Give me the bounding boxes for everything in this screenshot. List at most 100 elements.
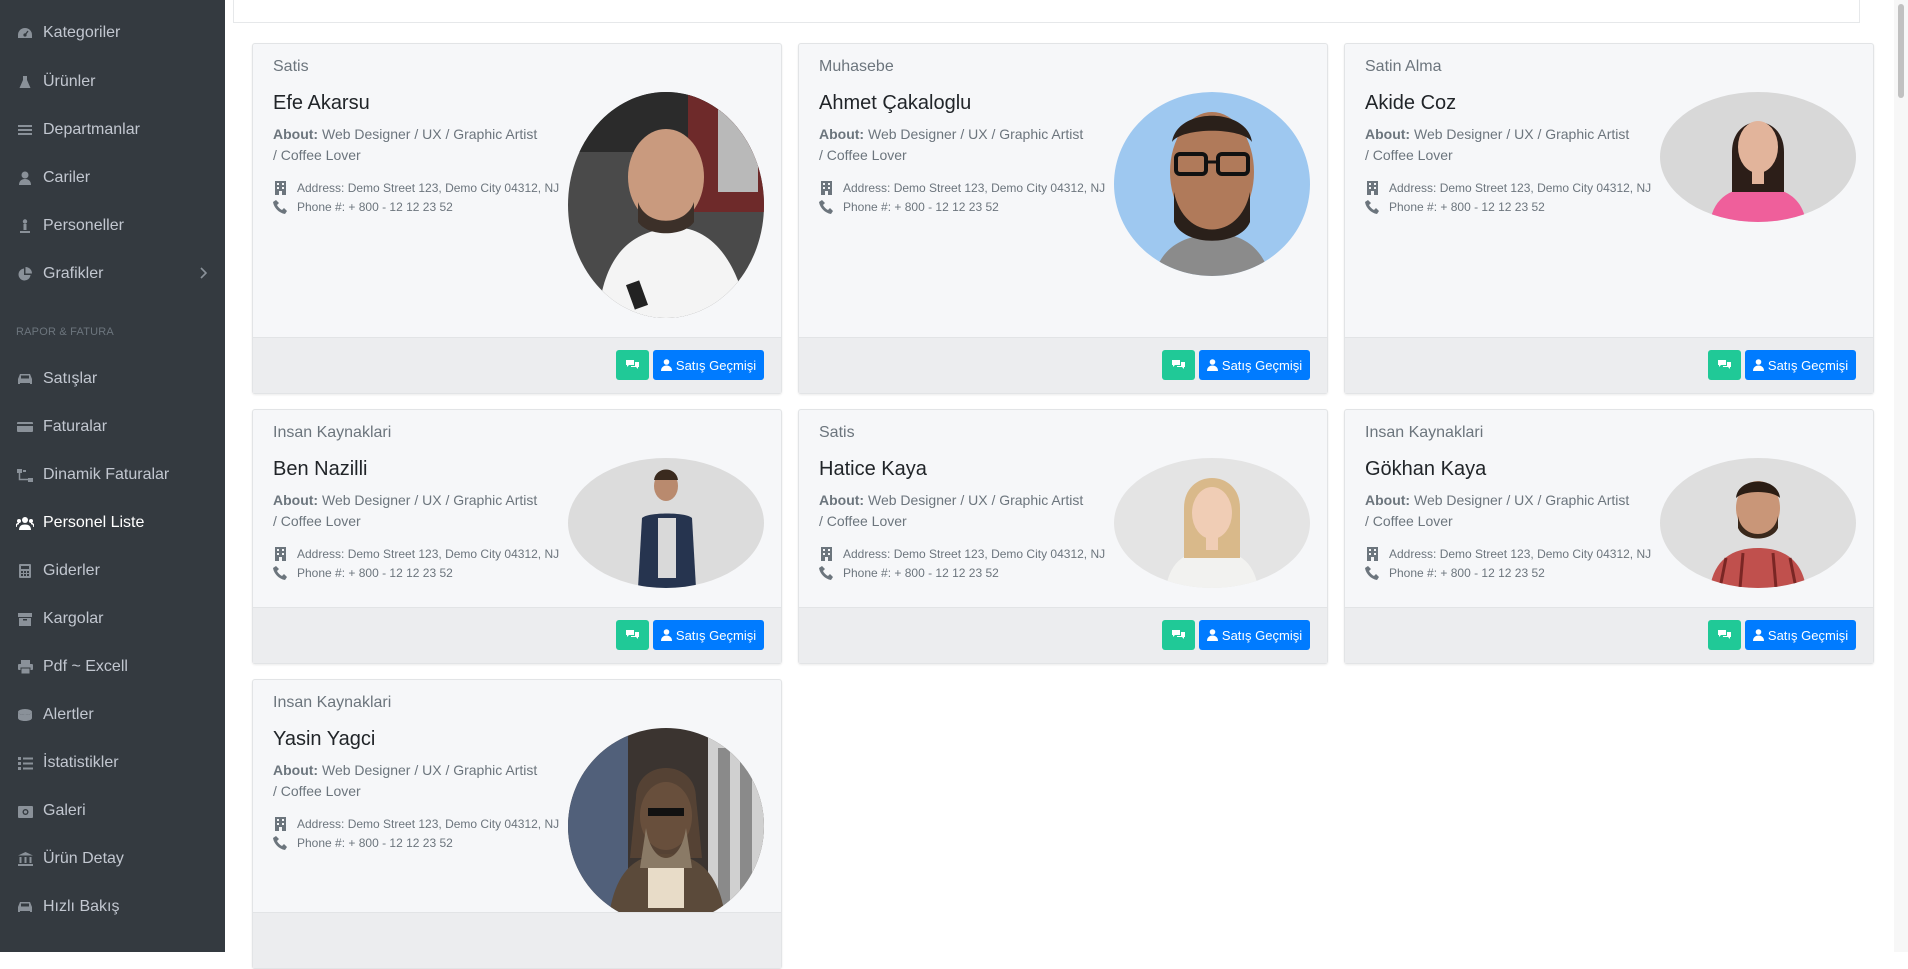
sidebar-item-label: Giderler <box>43 562 100 579</box>
comments-icon <box>1172 360 1185 369</box>
about-text: About: Web Designer / UX / Graphic Artis… <box>1365 492 1630 529</box>
employee-card: Satis Efe Akarsu About: Web Designer / U… <box>252 43 782 394</box>
chat-button[interactable] <box>1708 350 1741 380</box>
sidebar-item-pdf-excell[interactable]: Pdf ~ Excell <box>0 647 225 687</box>
sidebar-item-grafikler[interactable]: Grafikler <box>0 254 225 294</box>
sidebar-item-faturalar[interactable]: Faturalar <box>0 407 225 447</box>
card-footer <box>253 912 781 968</box>
database-icon <box>15 705 35 725</box>
user-icon <box>1752 359 1764 371</box>
building-icon <box>273 547 287 561</box>
phone-icon <box>819 566 833 580</box>
list-icon <box>15 120 35 140</box>
sidebar-item-label: Ürünler <box>43 73 96 90</box>
scrollbar[interactable] <box>1894 0 1908 952</box>
phone-icon <box>273 200 287 214</box>
sidebar-item-kategoriler[interactable]: Kategoriler <box>0 13 225 53</box>
about-text: About: Web Designer / UX / Graphic Artis… <box>1365 126 1630 163</box>
sales-history-button[interactable]: Satış Geçmişi <box>1199 350 1310 380</box>
employee-card: Satis Hatice Kaya About: Web Designer / … <box>798 409 1328 664</box>
sales-history-button[interactable]: Satış Geçmişi <box>1199 620 1310 650</box>
card-footer: Satış Geçmişi <box>253 337 781 393</box>
sidebar-item-personel-liste[interactable]: Personel Liste <box>0 503 225 543</box>
sidebar-item-alertler[interactable]: Alertler <box>0 695 225 735</box>
chat-button[interactable] <box>616 350 649 380</box>
phone-line: Phone #: + 800 - 12 12 23 52 <box>819 566 999 580</box>
user-icon <box>1206 359 1218 371</box>
chat-button[interactable] <box>1708 620 1741 650</box>
department-label: Satis <box>819 424 855 441</box>
employee-photo <box>1660 92 1856 222</box>
department-label: Satin Alma <box>1365 58 1442 75</box>
user-icon <box>660 359 672 371</box>
sidebar-item-dinamik-faturalar[interactable]: Dinamik Faturalar <box>0 455 225 495</box>
sidebar-item-label: İstatistikler <box>43 754 119 771</box>
sales-history-button[interactable]: Satış Geçmişi <box>653 350 764 380</box>
department-label: Muhasebe <box>819 58 894 75</box>
sidebar-item-label: Ürün Detay <box>43 850 124 867</box>
person-icon <box>15 216 35 236</box>
chat-button[interactable] <box>616 620 649 650</box>
building-icon <box>273 817 287 831</box>
sidebar-item-label: Alertler <box>43 706 94 723</box>
sidebar-item-cariler[interactable]: Cariler <box>0 158 225 198</box>
sidebar-item-label: Satışlar <box>43 370 98 387</box>
main-content: Satis Efe Akarsu About: Web Designer / U… <box>225 0 1908 969</box>
employee-name: Hatice Kaya <box>819 458 927 480</box>
box-icon <box>15 609 35 629</box>
sidebar-item-galeri[interactable]: Galeri <box>0 791 225 831</box>
card-footer: Satış Geçmişi <box>253 607 781 663</box>
calculator-icon <box>15 561 35 581</box>
car-icon <box>15 897 35 917</box>
employee-photo <box>1114 92 1310 276</box>
sidebar-item-departmanlar[interactable]: Departmanlar <box>0 110 225 150</box>
phone-line: Phone #: + 800 - 12 12 23 52 <box>1365 200 1545 214</box>
users-icon <box>15 513 35 533</box>
employee-card: Satin Alma Akide Coz About: Web Designer… <box>1344 43 1874 394</box>
phone-line: Phone #: + 800 - 12 12 23 52 <box>273 200 453 214</box>
sales-history-button[interactable]: Satış Geçmişi <box>1745 350 1856 380</box>
sidebar-item-label: Grafikler <box>43 265 104 282</box>
sidebar-item-label: Hızlı Bakış <box>43 898 120 915</box>
employee-card: Muhasebe Ahmet Çakaloglu About: Web Desi… <box>798 43 1328 394</box>
employee-name: Gökhan Kaya <box>1365 458 1487 480</box>
sidebar-item-istatistikler[interactable]: İstatistikler <box>0 743 225 783</box>
sidebar-item-label: Personel Liste <box>43 514 145 531</box>
department-label: Satis <box>273 58 309 75</box>
sidebar-item-giderler[interactable]: Giderler <box>0 551 225 591</box>
chat-button[interactable] <box>1162 620 1195 650</box>
employee-photo <box>568 458 764 588</box>
chevron-right-icon <box>200 266 208 282</box>
sidebar-item-hizli-bakis[interactable]: Hızlı Bakış <box>0 887 225 927</box>
sales-history-button[interactable]: Satış Geçmişi <box>1745 620 1856 650</box>
employee-card: Insan Kaynaklari Ben Nazilli About: Web … <box>252 409 782 664</box>
sidebar-item-label: Cariler <box>43 169 91 186</box>
sidebar-section-header: RAPOR & FATURA <box>16 326 114 338</box>
employee-name: Efe Akarsu <box>273 92 370 114</box>
pie-chart-icon <box>15 264 35 284</box>
department-label: Insan Kaynaklari <box>273 694 392 711</box>
employee-card: Insan Kaynaklari Gökhan Kaya About: Web … <box>1344 409 1874 664</box>
user-icon <box>660 629 672 641</box>
employee-card: Insan Kaynaklari Yasin Yagci About: Web … <box>252 679 782 969</box>
car-icon <box>15 369 35 389</box>
sidebar-item-urunler[interactable]: Ürünler <box>0 62 225 102</box>
employee-name: Akide Coz <box>1365 92 1457 114</box>
sidebar-item-label: Kargolar <box>43 610 104 627</box>
sidebar-item-kargolar[interactable]: Kargolar <box>0 599 225 639</box>
about-text: About: Web Designer / UX / Graphic Artis… <box>273 126 538 163</box>
address-line: Address: Demo Street 123, Demo City 0431… <box>1365 181 1651 195</box>
address-line: Address: Demo Street 123, Demo City 0431… <box>273 547 559 561</box>
sales-history-button[interactable]: Satış Geçmişi <box>653 620 764 650</box>
sidebar-item-satislar[interactable]: Satışlar <box>0 359 225 399</box>
scrollbar-thumb[interactable] <box>1898 4 1904 98</box>
phone-line: Phone #: + 800 - 12 12 23 52 <box>273 836 453 850</box>
chat-button[interactable] <box>1162 350 1195 380</box>
building-icon <box>819 547 833 561</box>
phone-icon <box>1365 200 1379 214</box>
sidebar-item-urun-detay[interactable]: Ürün Detay <box>0 839 225 879</box>
department-label: Insan Kaynaklari <box>1365 424 1484 441</box>
phone-icon <box>273 836 287 850</box>
sidebar: Kategoriler Ürünler Departmanlar Cariler… <box>0 0 225 952</box>
sidebar-item-personeller[interactable]: Personeller <box>0 206 225 246</box>
